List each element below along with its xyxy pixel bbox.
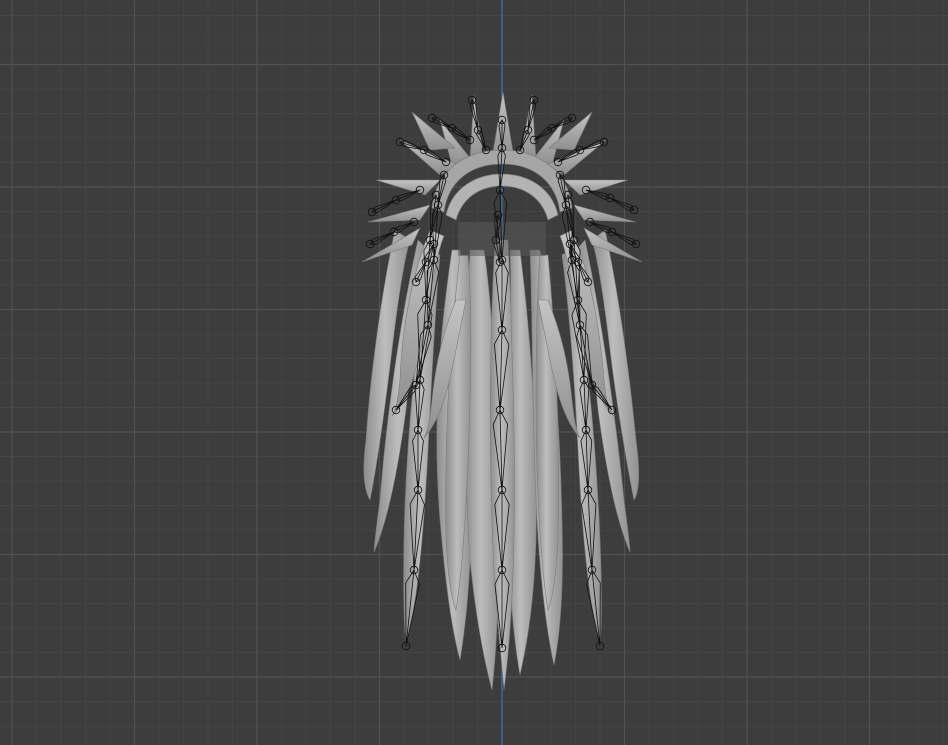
3d-viewport[interactable] (0, 0, 948, 745)
viewport-canvas[interactable] (0, 0, 948, 745)
